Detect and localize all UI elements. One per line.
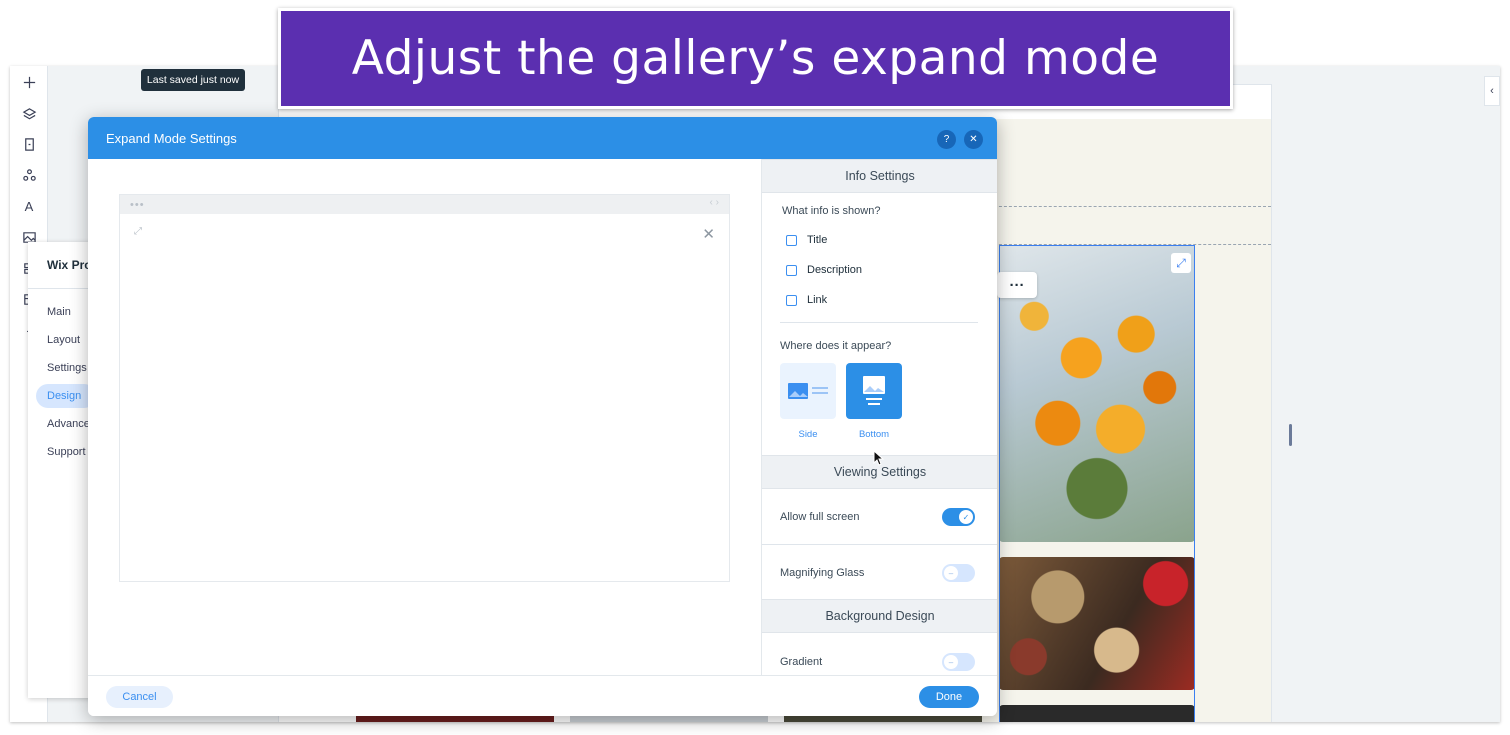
description-label: Description bbox=[807, 264, 863, 276]
side-layout-icon bbox=[788, 383, 828, 399]
done-button[interactable]: Done bbox=[919, 686, 979, 708]
dialog-header: Expand Mode Settings ? ✕ bbox=[88, 117, 997, 159]
magnifying-glass-label: Magnifying Glass bbox=[780, 567, 865, 579]
toggle-off-icon: – bbox=[944, 655, 958, 669]
position-side-label: Side bbox=[798, 429, 818, 440]
gradient-label: Gradient bbox=[780, 656, 823, 668]
toggle-off-icon: – bbox=[944, 566, 958, 580]
text-icon-label: A bbox=[24, 198, 34, 214]
panel-title: Wix Pro bbox=[47, 258, 92, 272]
link-option[interactable]: Link bbox=[786, 294, 827, 306]
section-guide-line bbox=[979, 206, 1271, 207]
page-icon[interactable] bbox=[18, 133, 40, 155]
panel-item-design[interactable]: Design bbox=[47, 390, 81, 402]
title-checkbox[interactable] bbox=[786, 234, 797, 246]
panel-item-layout[interactable]: Layout bbox=[47, 334, 80, 346]
info-shown-label: What info is shown? bbox=[782, 205, 881, 217]
magnifying-glass-toggle[interactable]: – bbox=[942, 564, 975, 582]
gallery-selection-outline bbox=[999, 245, 1195, 722]
apps-icon[interactable] bbox=[18, 164, 40, 186]
link-label: Link bbox=[807, 294, 828, 306]
cancel-button[interactable]: Cancel bbox=[106, 686, 173, 708]
mouse-cursor-icon bbox=[873, 450, 885, 466]
allow-full-screen-toggle[interactable]: ✓ bbox=[942, 508, 975, 526]
preview-dots-icon: ••• bbox=[130, 199, 145, 211]
panel-item-support[interactable]: Support bbox=[47, 446, 86, 458]
preview-top-bar: ••• ‹ › bbox=[120, 195, 729, 214]
preview-close-icon: ✕ bbox=[702, 226, 715, 243]
gallery-photo-strip bbox=[356, 715, 554, 722]
panel-item-main[interactable]: Main bbox=[47, 306, 71, 318]
close-button[interactable]: ✕ bbox=[964, 130, 983, 149]
allow-full-screen-label: Allow full screen bbox=[780, 511, 860, 523]
description-option[interactable]: Description bbox=[786, 264, 862, 276]
resize-handle[interactable] bbox=[1289, 424, 1292, 446]
tutorial-banner: Adjust the gallery’s expand mode bbox=[278, 8, 1233, 109]
bottom-layout-icon bbox=[863, 376, 885, 405]
banner-title: Adjust the gallery’s expand mode bbox=[351, 31, 1160, 86]
settings-panel: Info Settings What info is shown? Title … bbox=[761, 159, 997, 675]
gallery-expand-icon[interactable]: ⤢ bbox=[1171, 253, 1191, 273]
layers-icon[interactable] bbox=[18, 103, 40, 125]
info-settings-header: Info Settings bbox=[762, 159, 997, 193]
save-status-tooltip: Last saved just now bbox=[141, 69, 245, 91]
background-design-header: Background Design bbox=[762, 599, 997, 633]
title-label: Title bbox=[807, 234, 828, 246]
position-bottom-label: Bottom bbox=[858, 429, 890, 440]
dialog-footer: Cancel Done bbox=[88, 675, 997, 716]
preview-expand-icon: ⤢ bbox=[134, 226, 142, 237]
text-icon[interactable]: A bbox=[18, 195, 40, 217]
info-position-label: Where does it appear? bbox=[780, 340, 892, 352]
add-icon[interactable] bbox=[18, 71, 40, 93]
gallery-photo-strip bbox=[570, 715, 768, 722]
description-checkbox[interactable] bbox=[786, 264, 797, 276]
position-side-option[interactable] bbox=[780, 363, 836, 419]
expand-mode-preview: ••• ‹ › ⤢ ✕ bbox=[119, 194, 730, 582]
gallery-more-button[interactable]: ··· bbox=[997, 272, 1037, 298]
dialog-title: Expand Mode Settings bbox=[106, 131, 237, 146]
row-divider bbox=[762, 544, 997, 545]
help-button[interactable]: ? bbox=[937, 130, 956, 149]
title-option[interactable]: Title bbox=[786, 234, 827, 246]
gradient-toggle[interactable]: – bbox=[942, 653, 975, 671]
info-divider bbox=[780, 322, 978, 323]
panel-item-settings[interactable]: Settings bbox=[47, 362, 87, 374]
preview-arrows-icon: ‹ › bbox=[709, 197, 719, 208]
link-checkbox[interactable] bbox=[786, 294, 797, 306]
position-bottom-option[interactable] bbox=[846, 363, 902, 419]
toggle-check-icon: ✓ bbox=[959, 510, 973, 524]
expand-mode-settings-dialog: Expand Mode Settings ? ✕ ••• ‹ › ⤢ ✕ Inf… bbox=[88, 117, 997, 716]
collapse-panel-button[interactable]: ‹ bbox=[1484, 76, 1500, 106]
gallery-photo-strip bbox=[784, 715, 982, 722]
panel-item-advanced[interactable]: Advance bbox=[47, 418, 90, 430]
